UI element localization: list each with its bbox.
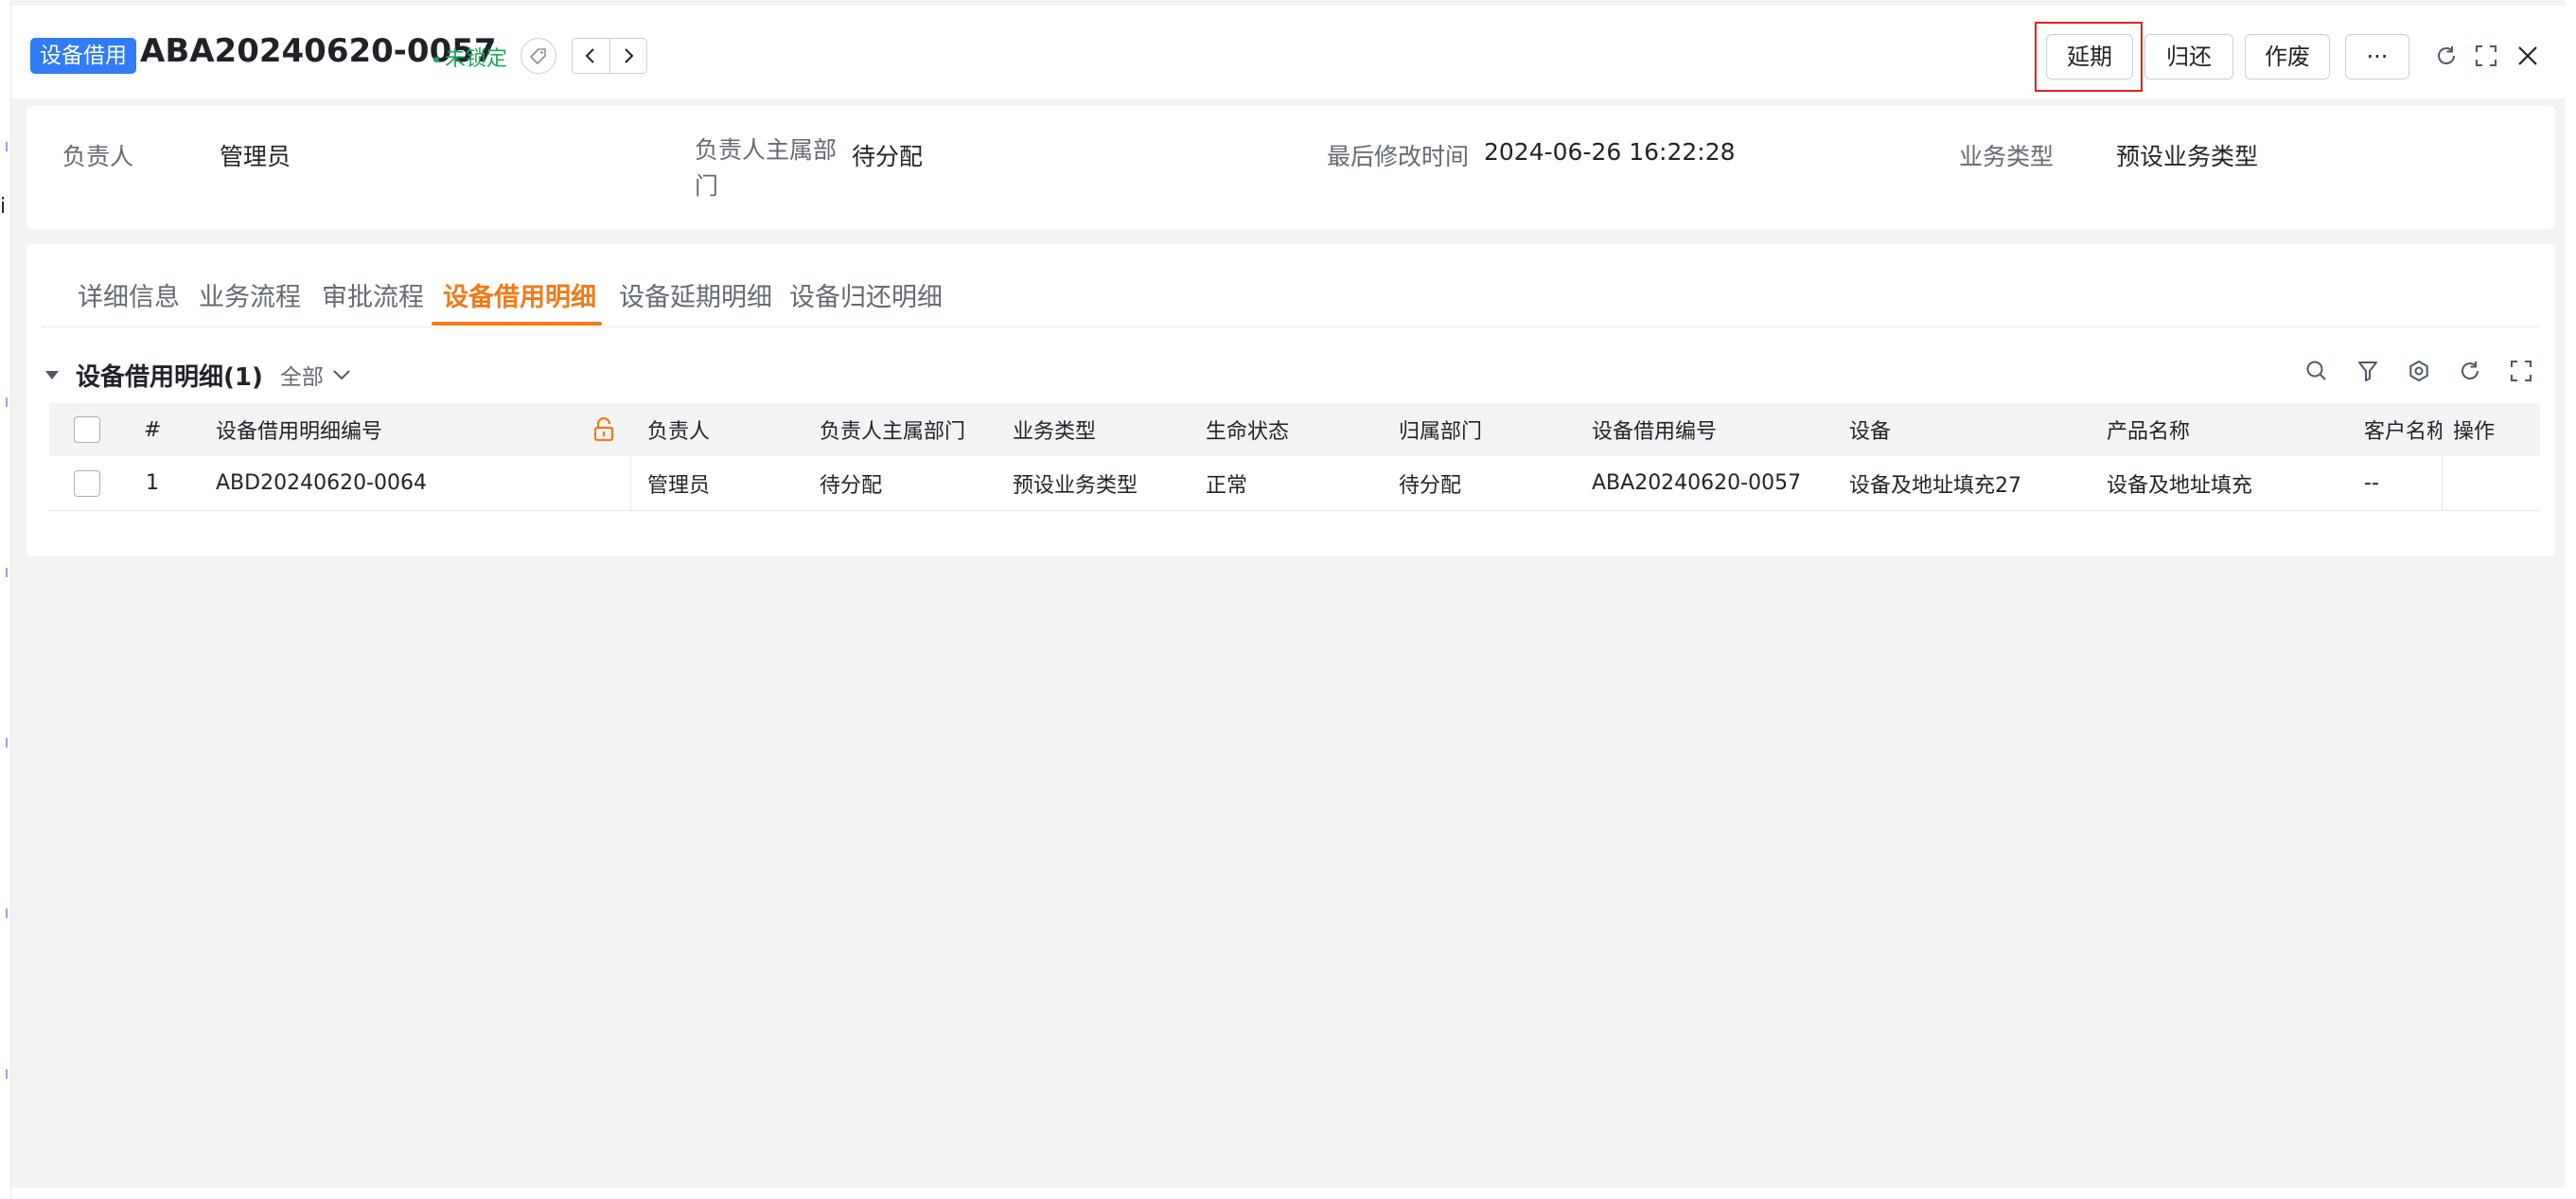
- owner-dept-value: 待分配: [852, 143, 924, 170]
- section-title: 设备借用明细(1): [76, 362, 263, 392]
- tab-approval-flow[interactable]: 审批流程: [322, 276, 424, 313]
- close-icon: [2518, 46, 2537, 65]
- table-row[interactable]: 1 ABD20240620-0064 管理员 待分配 预设业务类型 正常 待分配…: [49, 456, 2540, 511]
- tab-business-flow[interactable]: 业务流程: [199, 276, 301, 313]
- table-fullscreen-button[interactable]: [2506, 356, 2536, 386]
- owner-dept-cell: 待分配: [820, 473, 883, 498]
- col-index: #: [144, 417, 162, 442]
- row-index: 1: [146, 471, 159, 495]
- row-checkbox-cell: [74, 456, 100, 510]
- caret-down-icon: [45, 370, 59, 379]
- modified-time-label: 最后修改时间: [1327, 143, 1470, 170]
- table-settings-button[interactable]: [2404, 356, 2434, 386]
- module-tag: 设备借用: [30, 38, 136, 74]
- select-all-checkbox-cell: [74, 403, 100, 456]
- prev-record-button[interactable]: [573, 39, 609, 73]
- col-borrow-no[interactable]: 设备借用编号: [1592, 403, 1717, 456]
- borrow-no-link[interactable]: ABA20240620-0057: [1592, 456, 1801, 510]
- table-header: # 设备借用明细编号 负责人 负责人主属部门 业务类型 生命状态 归属部门 设备…: [49, 403, 2540, 456]
- tag-icon: [530, 48, 546, 64]
- edge-glyph: i: [0, 195, 7, 219]
- col-owner[interactable]: 负责人: [647, 403, 710, 456]
- return-button[interactable]: 归还: [2144, 34, 2233, 79]
- filter-icon: [2358, 361, 2377, 381]
- dept-cell: 待分配: [1399, 473, 1462, 498]
- owner-dept-label-line1: 负责人主属部: [695, 136, 838, 164]
- modified-time-value: 2024-06-26 16:22:28: [1484, 138, 1736, 166]
- col-product[interactable]: 产品名称: [2107, 403, 2190, 456]
- section-filter[interactable]: 全部: [280, 359, 324, 391]
- tab-extension-details[interactable]: 设备延期明细: [619, 276, 772, 313]
- table-refresh-button[interactable]: [2455, 356, 2485, 386]
- close-button[interactable]: [2514, 42, 2542, 70]
- edge-marker: [6, 568, 8, 577]
- detail-panel: 设备借用 ABA20240620-0057 未锁定 延期 归还 作废 ··· 负…: [11, 0, 2565, 1188]
- col-dept[interactable]: 归属部门: [1399, 403, 1482, 456]
- detail-no-link[interactable]: ABD20240620-0064: [216, 456, 427, 510]
- col-detail-no[interactable]: 设备借用明细编号: [216, 403, 382, 456]
- edge-marker: [6, 1069, 8, 1079]
- col-device[interactable]: 设备: [1849, 403, 1891, 456]
- row-checkbox[interactable]: [74, 469, 100, 497]
- col-biz-type[interactable]: 业务类型: [1013, 403, 1096, 456]
- edge-marker: [6, 738, 8, 748]
- search-icon: [2306, 361, 2326, 380]
- table-filter-button[interactable]: [2353, 356, 2383, 386]
- col-customer[interactable]: 客户名称: [2364, 403, 2442, 456]
- detail-table: # 设备借用明细编号 负责人 负责人主属部门 业务类型 生命状态 归属部门 设备…: [49, 403, 2540, 511]
- refresh-icon: [2438, 46, 2455, 64]
- edge-marker: [6, 142, 8, 151]
- device-link[interactable]: 设备及地址填充27: [1849, 456, 2021, 510]
- highlight-box: [2035, 22, 2143, 92]
- record-navigator: [572, 38, 647, 74]
- void-button[interactable]: 作废: [2245, 34, 2330, 79]
- lock-status: 未锁定: [433, 42, 507, 72]
- section-header[interactable]: 设备借用明细(1) 全部: [45, 358, 352, 392]
- chevron-left-icon: [585, 48, 594, 63]
- fullscreen-icon: [2511, 361, 2532, 381]
- chevron-down-icon[interactable]: [331, 368, 352, 381]
- lock-icon: [593, 416, 614, 442]
- chevron-right-icon: [625, 48, 634, 63]
- tag-button[interactable]: [520, 38, 556, 74]
- more-actions-button[interactable]: ···: [2345, 34, 2409, 79]
- owner-label: 负责人: [62, 143, 134, 170]
- tab-bar: 详细信息 业务流程 审批流程 设备借用明细 设备延期明细 设备归还明细: [42, 244, 2540, 327]
- fullscreen-button[interactable]: [2472, 42, 2500, 70]
- settings-icon: [2409, 361, 2428, 381]
- title-bar: 设备借用 ABA20240620-0057 未锁定 延期 归还 作废 ···: [11, 6, 2565, 98]
- tab-details[interactable]: 详细信息: [78, 276, 180, 313]
- owner-value: 管理员: [220, 143, 291, 170]
- col-operation: 操作: [2453, 420, 2496, 444]
- owner-cell: 管理员: [647, 473, 711, 498]
- fullscreen-icon: [2476, 45, 2497, 66]
- tab-borrow-details[interactable]: 设备借用明细: [443, 276, 596, 313]
- operation-column-divider: [2442, 456, 2443, 510]
- summary-card: 负责人 管理员 负责人主属部门 待分配 最后修改时间 2024-06-26 16…: [26, 106, 2555, 229]
- lock-column-button[interactable]: [592, 403, 615, 456]
- col-life-status[interactable]: 生命状态: [1206, 403, 1289, 456]
- biz-type-value: 预设业务类型: [2116, 143, 2259, 170]
- edge-marker: [6, 908, 8, 918]
- owner-dept-label: 负责人主属部门: [695, 132, 837, 204]
- next-record-button[interactable]: [609, 39, 647, 73]
- active-tab-indicator: [432, 322, 602, 326]
- biz-type-label: 业务类型: [1959, 143, 2055, 170]
- select-all-checkbox[interactable]: [74, 416, 100, 443]
- lock-status-label: 未锁定: [445, 47, 508, 71]
- refresh-icon: [2461, 361, 2479, 379]
- customer-cell: --: [2364, 471, 2379, 495]
- product-link[interactable]: 设备及地址填充: [2107, 456, 2252, 510]
- col-owner-dept[interactable]: 负责人主属部门: [820, 403, 965, 456]
- detail-card: 详细信息 业务流程 审批流程 设备借用明细 设备延期明细 设备归还明细 设备借用…: [26, 244, 2555, 556]
- tab-return-details[interactable]: 设备归还明细: [789, 276, 943, 313]
- life-status-cell: 正常: [1206, 473, 1248, 498]
- biz-type-cell: 预设业务类型: [1013, 473, 1138, 498]
- refresh-button[interactable]: [2432, 42, 2461, 70]
- table-search-button[interactable]: [2302, 356, 2332, 386]
- frozen-column-divider: [630, 456, 631, 510]
- owner-dept-label-line2: 门: [695, 172, 719, 200]
- page-edge: i: [0, 0, 11, 1199]
- edge-marker: [6, 397, 8, 407]
